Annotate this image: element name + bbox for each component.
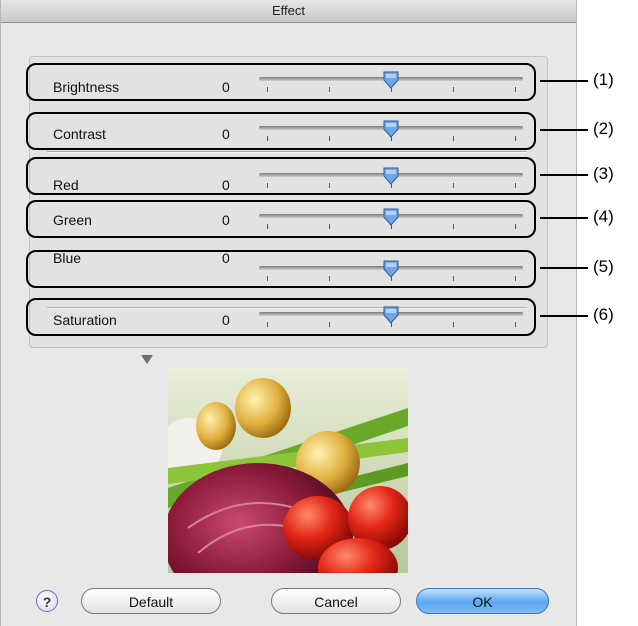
slider-row-red: Red 0: [26, 157, 540, 197]
slider-label: Saturation: [53, 312, 117, 328]
separator-highlight: [47, 152, 527, 153]
slider-tick: [329, 136, 330, 141]
slider-tick: [329, 87, 330, 92]
slider-tick: [329, 224, 330, 229]
slider-thumb-icon[interactable]: [383, 120, 399, 138]
slider-tick: [453, 276, 454, 281]
slider-value: 0: [222, 79, 230, 95]
slider-tick: [267, 87, 268, 92]
callout-number: (4): [593, 207, 614, 226]
slider-value: 0: [222, 312, 230, 328]
slider-value: 0: [222, 126, 230, 142]
callout-line: [540, 80, 588, 82]
callout-number: (3): [593, 164, 614, 183]
slider-tick: [329, 322, 330, 327]
slider-tick: [453, 87, 454, 92]
slider-tick: [329, 183, 330, 188]
slider-thumb-icon[interactable]: [383, 208, 399, 226]
slider-row-contrast: Contrast 0: [26, 112, 540, 152]
slider-tick: [453, 136, 454, 141]
callout-number: (2): [593, 119, 614, 138]
slider-tick: [453, 322, 454, 327]
dialog-title: Effect: [1, 0, 576, 23]
slider-row-brightness: Brightness 0: [26, 63, 540, 103]
effect-dialog: Effect Brightness 0 Contrast 0 Red 0 Green 0 Blu…: [0, 0, 577, 626]
slider-tick: [453, 183, 454, 188]
slider-thumb-icon[interactable]: [383, 71, 399, 89]
slider-thumb-icon[interactable]: [383, 167, 399, 185]
slider-label: Green: [53, 212, 92, 228]
slider-label: Contrast: [53, 126, 106, 142]
preview-image: [168, 368, 408, 573]
slider-tick: [267, 136, 268, 141]
slider-value: 0: [222, 177, 230, 193]
slider-value: 0: [222, 250, 230, 266]
slider-label: Blue: [53, 250, 82, 266]
callout-line: [540, 174, 588, 176]
cancel-button[interactable]: Cancel: [271, 588, 401, 614]
slider-tick: [515, 322, 516, 327]
slider-tick: [267, 276, 268, 281]
callout-number: (1): [593, 70, 614, 89]
slider-row-blue: Blue 0: [26, 250, 540, 290]
callout-line: [540, 217, 588, 219]
callout-line: [540, 129, 588, 131]
slider-tick: [267, 224, 268, 229]
slider-value: 0: [222, 212, 230, 228]
slider-tick: [329, 276, 330, 281]
help-button[interactable]: ?: [36, 590, 58, 612]
slider-tick: [515, 183, 516, 188]
slider-row-green: Green 0: [26, 200, 540, 240]
slider-tick: [453, 224, 454, 229]
slider-row-saturation: Saturation 0: [26, 298, 540, 338]
slider-label: Brightness: [53, 79, 120, 95]
slider-thumb-icon[interactable]: [383, 306, 399, 324]
slider-thumb-icon[interactable]: [383, 260, 399, 278]
ok-button[interactable]: OK: [416, 588, 549, 614]
callout-line: [540, 315, 588, 317]
callout-number: (6): [593, 305, 614, 324]
callout-number: (5): [593, 257, 614, 276]
slider-tick: [515, 224, 516, 229]
default-button[interactable]: Default: [81, 588, 221, 614]
slider-tick: [515, 276, 516, 281]
slider-tick: [267, 183, 268, 188]
disclosure-triangle-icon[interactable]: [141, 355, 153, 364]
callout-frame: [26, 200, 536, 238]
slider-tick: [515, 87, 516, 92]
slider-tick: [267, 322, 268, 327]
slider-label: Red: [53, 177, 79, 193]
callout-line: [540, 267, 588, 269]
slider-tick: [515, 136, 516, 141]
